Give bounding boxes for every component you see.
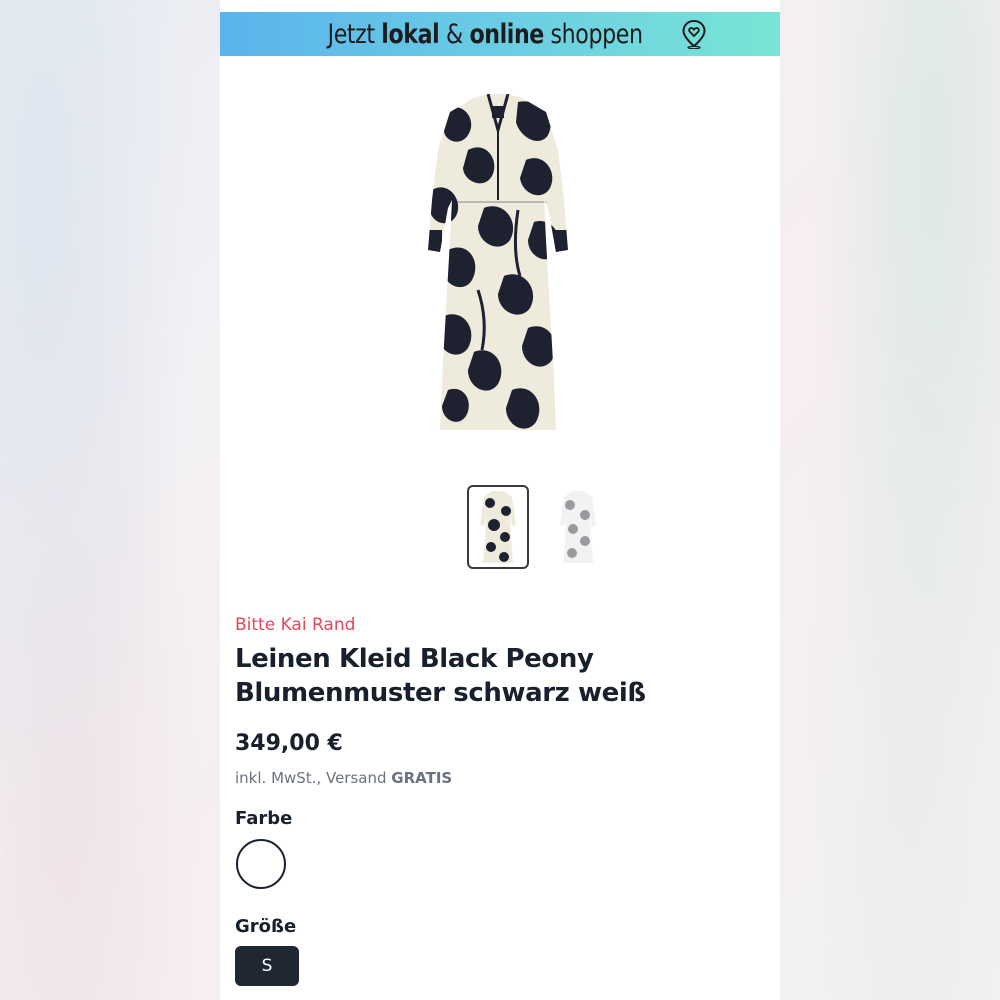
product-price: 349,00 € [235,731,343,756]
thumbnail-2[interactable] [547,485,609,569]
promo-text: Jetzt lokal & online shoppen [327,18,643,50]
background-left [0,0,220,1000]
thumbnail-1[interactable] [467,485,529,569]
color-label: Farbe [235,808,293,829]
product-title: Leinen Kleid Black Peony Blumenmuster sc… [235,642,765,710]
background-right [780,0,1000,1000]
location-heart-icon [682,19,706,49]
size-option-s[interactable]: S [235,946,299,986]
thumbnail-2-image [560,491,596,563]
product-page: Jetzt lokal & online shoppen Bitte Kai R… [220,0,780,1000]
color-swatch-white[interactable] [236,839,286,889]
thumbnail-1-image [480,491,516,563]
brand-link[interactable]: Bitte Kai Rand [235,615,355,635]
product-thumbnails [467,485,617,573]
product-main-image[interactable] [408,90,588,435]
product-title-line2: Blumenmuster schwarz weiß [235,678,646,708]
tax-shipping-note: inkl. MwSt., Versand GRATIS [235,769,453,787]
size-label: Größe [235,916,297,937]
product-title-line1: Leinen Kleid Black Peony [235,644,594,674]
promo-banner[interactable]: Jetzt lokal & online shoppen [220,12,780,56]
